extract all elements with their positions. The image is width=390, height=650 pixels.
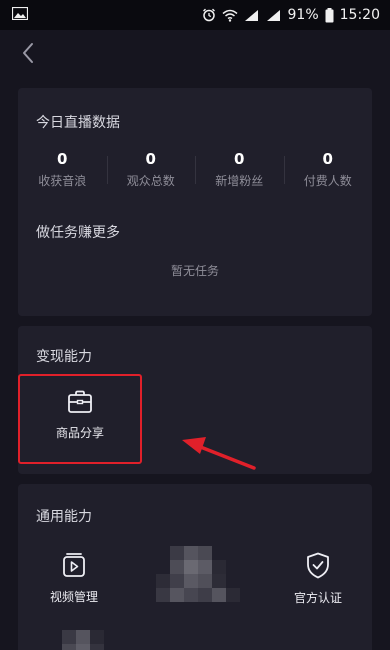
gallery-icon — [11, 6, 29, 24]
live-data-title: 今日直播数据 — [36, 115, 120, 131]
stat-viewers[interactable]: 0 观众总数 — [106, 150, 196, 189]
signal-icon-sim2 — [266, 9, 282, 22]
shield-check-icon — [268, 552, 368, 579]
obscured-item-mosaic-2 — [62, 630, 104, 650]
status-left — [11, 6, 29, 24]
stat-value: 0 — [145, 150, 156, 168]
stat-value: 0 — [57, 150, 68, 168]
general-card: 通用能力 视频管理 官方认证 — [18, 484, 372, 650]
obscured-item-mosaic — [156, 546, 240, 602]
battery-icon — [325, 7, 334, 23]
status-time: 15:20 — [339, 7, 380, 23]
battery-percentage: 91% — [287, 7, 319, 23]
tasks-title: 做任务赚更多 — [36, 225, 120, 241]
chevron-left-icon — [21, 42, 35, 68]
stat-label: 收获音浪 — [38, 174, 87, 188]
general-title: 通用能力 — [36, 509, 92, 525]
status-bar: 91% 15:20 — [0, 0, 390, 30]
signal-icon-sim1 — [244, 9, 260, 22]
official-verification-button[interactable]: 官方认证 — [268, 552, 368, 606]
official-verification-label: 官方认证 — [293, 591, 342, 605]
alarm-icon — [202, 8, 216, 22]
monetize-title: 变现能力 — [36, 349, 92, 365]
highlight-box — [18, 374, 142, 464]
video-manage-icon — [24, 552, 124, 578]
status-right: 91% 15:20 — [202, 7, 380, 23]
nav-bar — [0, 30, 390, 80]
video-manage-label: 视频管理 — [49, 590, 98, 604]
stat-paying-users[interactable]: 0 付费人数 — [283, 150, 373, 189]
stat-value: 0 — [234, 150, 245, 168]
back-button[interactable] — [16, 39, 40, 71]
stat-label: 付费人数 — [303, 174, 352, 188]
stat-new-followers[interactable]: 0 新增粉丝 — [195, 150, 284, 189]
annotation-arrow-icon — [182, 437, 256, 470]
live-data-card: 今日直播数据 0 收获音浪 0 观众总数 0 新增粉丝 0 付费人数 做任务赚更… — [18, 88, 372, 316]
stat-sound-waves[interactable]: 0 收获音浪 — [18, 150, 107, 189]
stats-row: 0 收获音浪 0 观众总数 0 新增粉丝 0 付费人数 — [18, 150, 372, 189]
stat-label: 观众总数 — [126, 174, 175, 188]
stat-label: 新增粉丝 — [215, 174, 264, 188]
wifi-icon — [222, 9, 238, 22]
stat-value: 0 — [322, 150, 333, 168]
tasks-empty-text: 暂无任务 — [170, 264, 219, 278]
video-manage-button[interactable]: 视频管理 — [24, 552, 124, 605]
